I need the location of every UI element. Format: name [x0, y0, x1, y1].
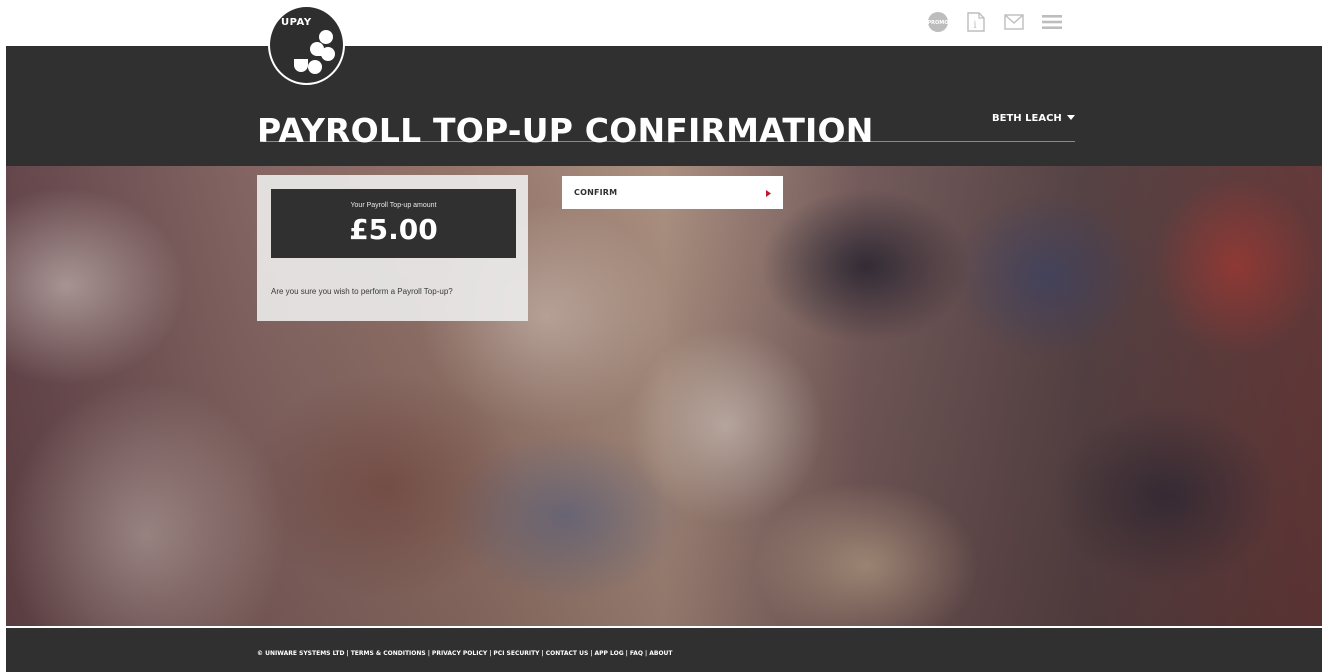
- footer-separator: |: [346, 650, 349, 657]
- confirm-button-label: CONFIRM: [574, 188, 618, 197]
- footer-separator: |: [541, 650, 544, 657]
- footer-link-contact[interactable]: CONTACT US: [546, 650, 589, 657]
- promo-icon[interactable]: PROMO: [926, 10, 950, 34]
- user-menu[interactable]: BETH LEACH: [992, 113, 1075, 124]
- footer-link-terms[interactable]: TERMS & CONDITIONS: [351, 650, 426, 657]
- footer-copyright[interactable]: © UNIWARE SYSTEMS LTD: [257, 650, 344, 657]
- user-name: BETH LEACH: [992, 113, 1062, 124]
- footer-link-faq[interactable]: FAQ: [630, 650, 643, 657]
- top-icons: PROMO i: [926, 10, 1078, 34]
- chevron-right-icon: [766, 184, 771, 202]
- logo-mark-icon: [294, 30, 335, 74]
- chevron-down-icon: [1066, 113, 1075, 124]
- footer-separator: |: [590, 650, 593, 657]
- mail-icon[interactable]: [1002, 10, 1026, 34]
- promo-icon-label: PROMO: [928, 20, 949, 26]
- footer-link-privacy[interactable]: PRIVACY POLICY: [432, 650, 487, 657]
- info-icon[interactable]: i: [964, 10, 988, 34]
- footer-separator: |: [489, 650, 492, 657]
- topup-summary-card: Your Payroll Top-up amount £5.00 Are you…: [257, 175, 528, 321]
- footer-link-app-log[interactable]: APP LOG: [595, 650, 624, 657]
- amount-box: Your Payroll Top-up amount £5.00: [271, 189, 516, 258]
- confirmation-question: Are you sure you wish to perform a Payro…: [271, 287, 453, 296]
- footer-separator: |: [645, 650, 648, 657]
- menu-icon[interactable]: [1040, 10, 1064, 34]
- footer-separator: |: [427, 650, 430, 657]
- top-bar: PROMO i: [0, 0, 1328, 46]
- background-photo: [6, 166, 1322, 626]
- info-icon-label: i: [973, 20, 976, 31]
- footer: © UNIWARE SYSTEMS LTD | TERMS & CONDITIO…: [6, 628, 1322, 672]
- amount-value: £5.00: [349, 213, 438, 246]
- confirm-button[interactable]: CONFIRM: [562, 176, 783, 209]
- amount-label: Your Payroll Top-up amount: [350, 202, 437, 209]
- page-title: PAYROLL TOP-UP CONFIRMATION: [257, 111, 874, 150]
- footer-link-pci[interactable]: PCI SECURITY: [493, 650, 539, 657]
- footer-link-about[interactable]: ABOUT: [649, 650, 672, 657]
- upay-logo[interactable]: UPAY: [268, 5, 345, 85]
- footer-links: © UNIWARE SYSTEMS LTD | TERMS & CONDITIO…: [257, 650, 673, 657]
- footer-separator: |: [625, 650, 628, 657]
